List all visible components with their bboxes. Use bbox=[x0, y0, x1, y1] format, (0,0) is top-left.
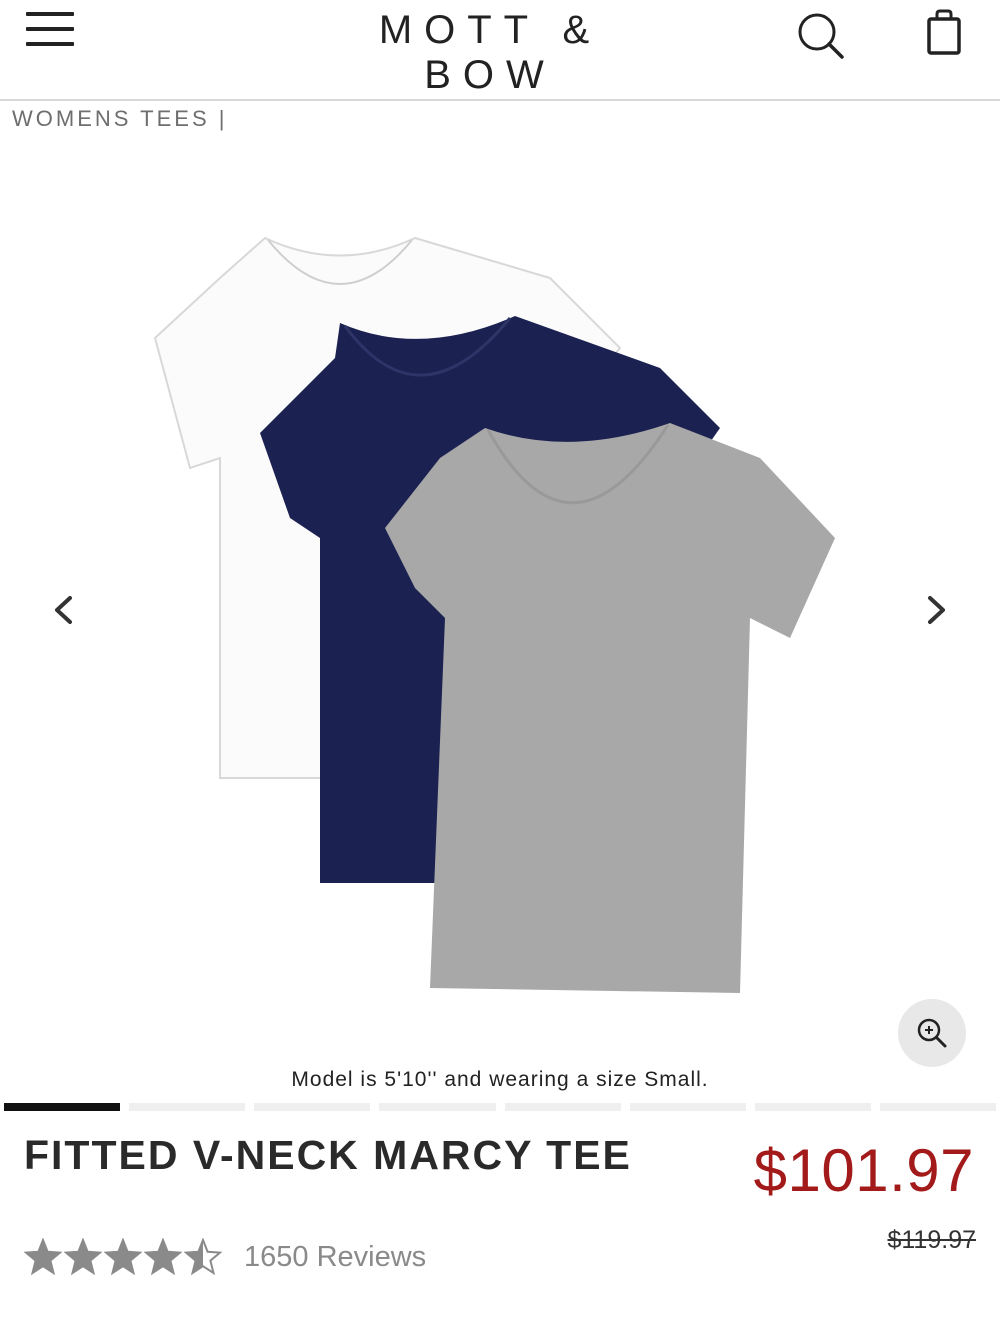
previous-image-chevron-left-icon[interactable] bbox=[44, 590, 84, 630]
gallery-progress-segment[interactable] bbox=[4, 1103, 121, 1111]
gallery-progress-segment[interactable] bbox=[629, 1103, 746, 1111]
star-full-icon bbox=[104, 1238, 142, 1276]
site-header: MOTT & BOW bbox=[0, 0, 1000, 101]
product-rating[interactable]: 1650 Reviews bbox=[24, 1238, 426, 1276]
product-title: FITTED V-NECK MARCY TEE bbox=[24, 1132, 632, 1178]
brand-logo[interactable]: MOTT & BOW bbox=[310, 8, 670, 98]
star-half-icon bbox=[184, 1238, 222, 1276]
star-full-icon bbox=[64, 1238, 102, 1276]
star-full-icon bbox=[144, 1238, 182, 1276]
search-icon[interactable] bbox=[794, 8, 850, 64]
hamburger-menu-icon[interactable] bbox=[26, 12, 76, 50]
gallery-progress-segment[interactable] bbox=[379, 1103, 496, 1111]
rating-stars bbox=[24, 1238, 222, 1276]
star-full-icon bbox=[24, 1238, 62, 1276]
review-count-link[interactable]: 1650 Reviews bbox=[244, 1241, 426, 1274]
gallery-progress-segment[interactable] bbox=[879, 1103, 996, 1111]
gallery-progress-segment[interactable] bbox=[754, 1103, 871, 1111]
gallery-progress-segment[interactable] bbox=[504, 1103, 621, 1111]
next-image-chevron-right-icon[interactable] bbox=[916, 590, 956, 630]
zoom-in-icon[interactable] bbox=[898, 999, 966, 1067]
gallery-progress-segment[interactable] bbox=[129, 1103, 246, 1111]
gallery-progress-indicator bbox=[4, 1103, 996, 1111]
sale-price: $101.97 bbox=[753, 1137, 974, 1204]
original-price: $119.97 bbox=[887, 1226, 976, 1254]
gallery-progress-segment[interactable] bbox=[254, 1103, 371, 1111]
grey-tee bbox=[385, 423, 835, 993]
product-gallery[interactable] bbox=[0, 128, 1000, 1098]
shopping-bag-icon[interactable] bbox=[920, 8, 968, 58]
model-size-note: Model is 5'10'' and wearing a size Small… bbox=[291, 1068, 709, 1091]
product-image-three-tees bbox=[153, 236, 835, 993]
